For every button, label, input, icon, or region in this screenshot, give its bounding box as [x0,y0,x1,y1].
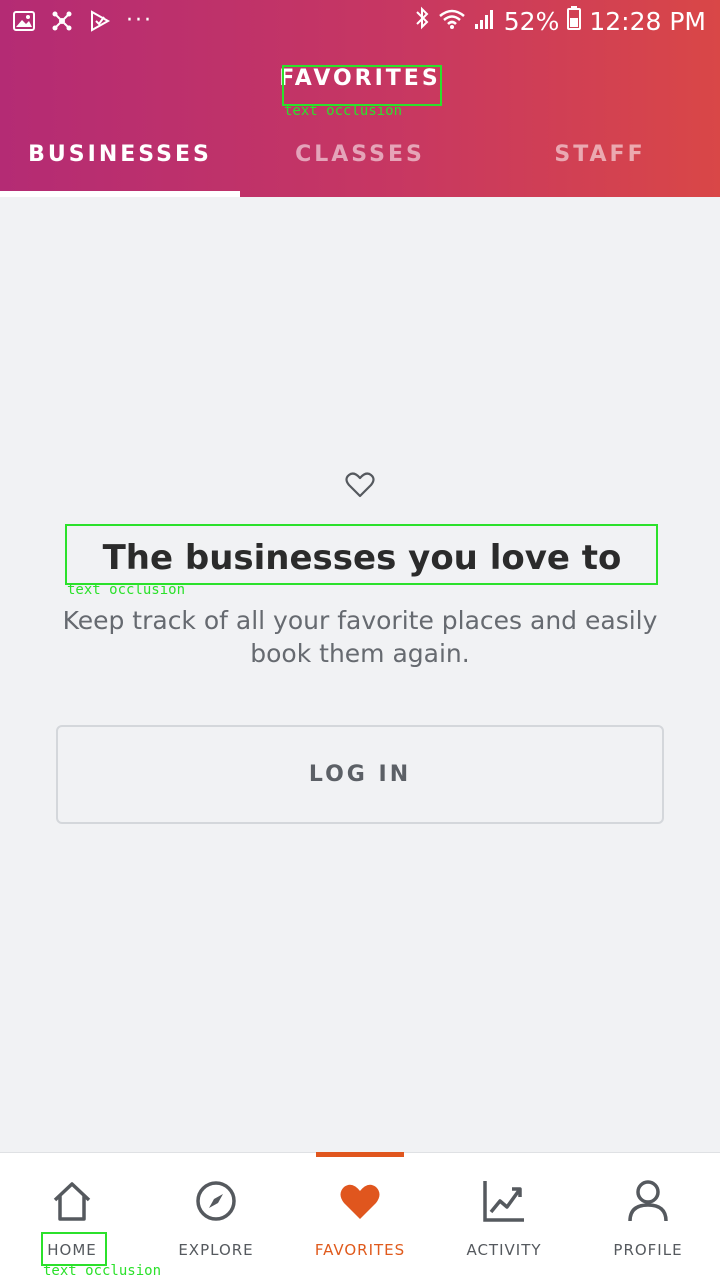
wifi-icon [438,7,466,37]
person-icon [626,1179,670,1223]
tab-classes[interactable]: CLASSES [240,132,480,197]
nav-label: PROFILE [613,1241,683,1259]
clock: 12:28 PM [589,6,706,36]
tab-label: CLASSES [295,142,425,167]
empty-state-subtitle: Keep track of all your favorite places a… [62,606,658,668]
nav-label: EXPLORE [178,1241,254,1259]
home-occlusion-box [41,1232,107,1266]
home-icon [50,1179,94,1223]
battery-percent: 52% [503,6,560,36]
nav-activity[interactable]: ACTIVITY [432,1153,576,1280]
home-occlusion-label: text occlusion [43,1263,162,1279]
title-occlusion-label: text occlusion [284,103,403,119]
tab-bar: BUSINESSES CLASSES STAFF [0,132,720,197]
chart-icon [482,1179,526,1223]
heart-outline-icon [345,470,375,500]
title-occlusion-box [282,65,442,106]
tab-businesses[interactable]: BUSINESSES [0,132,240,197]
signal-icon [474,7,496,37]
network-icon [50,9,74,33]
compass-icon [194,1179,238,1223]
nav-favorites[interactable]: FAVORITES [288,1152,432,1280]
bluetooth-icon [414,6,430,37]
more-notifications-icon: ··· [126,8,153,33]
app-header: ··· 52% 12:28 PM FAVORITES text occlusio… [0,0,720,197]
nav-label: FAVORITES [314,1241,406,1259]
task-icon [88,9,112,33]
status-bar: ··· 52% 12:28 PM [0,0,720,42]
nav-profile[interactable]: PROFILE [576,1153,720,1280]
tab-staff[interactable]: STAFF [480,132,720,197]
nav-explore[interactable]: EXPLORE [144,1153,288,1280]
bottom-navigation: HOME EXPLORE FAVORITES ACTIVITY PROFILE [0,1152,720,1280]
active-nav-indicator [316,1152,404,1157]
tab-label: BUSINESSES [28,142,212,167]
active-tab-indicator [0,191,240,197]
heading-occlusion-label: text occlusion [67,582,186,598]
tab-label: STAFF [554,142,646,167]
heading-occlusion-box [65,524,658,585]
gallery-icon [12,9,36,33]
nav-label: ACTIVITY [466,1241,542,1259]
heart-icon [338,1179,382,1223]
login-button[interactable]: LOG IN [56,725,664,824]
battery-icon [567,6,582,37]
empty-state: The businesses you love to love Keep tra… [0,470,720,668]
